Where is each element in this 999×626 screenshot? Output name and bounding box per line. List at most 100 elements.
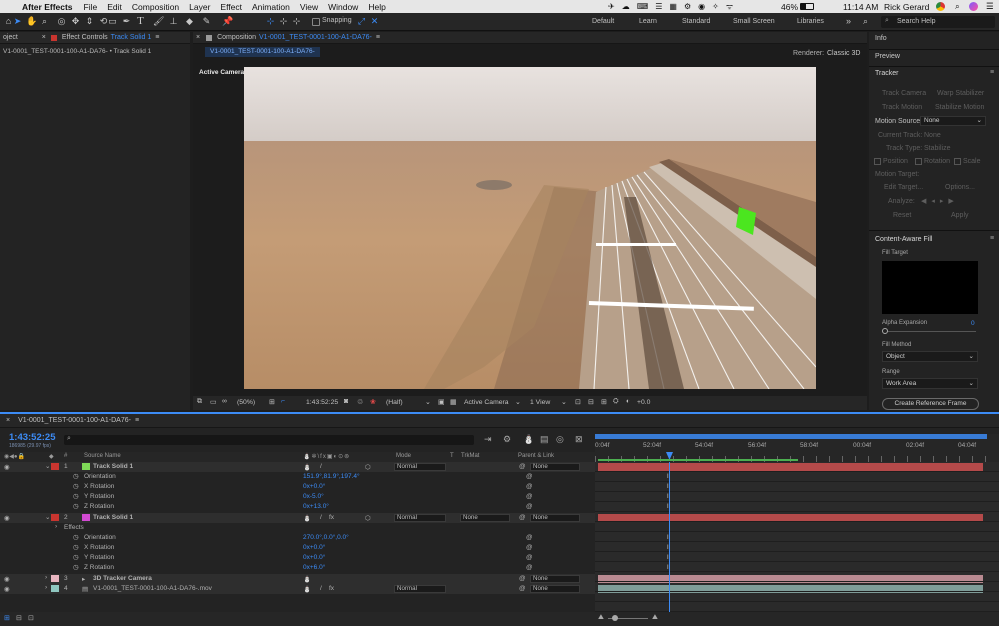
panel-menu-icon[interactable]: ≡ xyxy=(990,235,994,242)
workspace-overflow-icon[interactable]: » xyxy=(846,16,851,26)
close-icon[interactable]: × xyxy=(6,417,10,424)
panel-menu-icon[interactable]: ≡ xyxy=(135,417,139,424)
mask-icon[interactable]: ⌐ xyxy=(281,398,285,405)
layer-name[interactable]: Track Solid 1 xyxy=(93,463,133,470)
shy-icon[interactable]: ⛄ xyxy=(523,434,534,445)
quality-switch-icon[interactable]: / xyxy=(320,585,322,592)
playhead-line[interactable] xyxy=(669,462,670,612)
panel-menu-icon[interactable]: ≡ xyxy=(155,34,159,41)
3d-layer-icon[interactable]: ⬡ xyxy=(365,463,371,471)
menu-composition[interactable]: Composition xyxy=(132,2,179,12)
stabilize-motion-button[interactable]: Stabilize Motion xyxy=(935,104,984,111)
options-button[interactable]: Options... xyxy=(945,184,975,191)
render-time-icon[interactable]: ⊞ xyxy=(4,614,10,622)
scale-checkbox[interactable] xyxy=(954,158,961,165)
layer-name[interactable]: V1-0001_TEST-0001-100-A1-DA76-.mov xyxy=(93,585,212,592)
snapping-checkbox[interactable] xyxy=(312,18,320,26)
keyframe-marker[interactable]: I xyxy=(667,545,669,551)
apply-button[interactable]: Apply xyxy=(951,212,969,219)
motion-blur-icon[interactable]: ◎ xyxy=(556,434,564,445)
expand-chevron-icon[interactable]: › xyxy=(45,584,47,591)
workspace-search-icon[interactable]: ⌕ xyxy=(863,16,868,27)
frame-blending-icon[interactable]: ▤ xyxy=(540,434,549,445)
user-name[interactable]: Rick Gerard xyxy=(884,2,929,12)
toggle-switches-icon[interactable]: ⊟ xyxy=(16,614,22,622)
puppet-tool-icon[interactable]: 📌 xyxy=(222,16,233,27)
composition-tab-name[interactable]: V1-0001_TEST-0001-100-A1-DA76- xyxy=(259,34,372,41)
stopwatch-icon[interactable]: ◷ xyxy=(73,533,79,541)
exposure-value[interactable]: +0.0 xyxy=(637,399,650,406)
preview-panel-header[interactable]: Preview xyxy=(875,53,900,60)
menu-help[interactable]: Help xyxy=(368,2,385,12)
world-axis-icon[interactable]: ⊹ xyxy=(278,16,289,27)
keyframe-marker[interactable]: I xyxy=(667,565,669,571)
property-value[interactable]: 0x-5.0° xyxy=(303,493,324,500)
stopwatch-icon[interactable]: ◷ xyxy=(73,563,79,571)
composition-navigator-button[interactable]: V1-0001_TEST-0001-100-A1-DA76- xyxy=(205,47,320,57)
mode-dropdown[interactable]: Normal xyxy=(394,585,446,593)
trkmat-dropdown[interactable]: None xyxy=(460,514,510,522)
quality-switch-icon[interactable]: / xyxy=(320,514,322,521)
channel-icon[interactable]: ❀ xyxy=(370,398,376,406)
comp-timecode[interactable]: 1:43:52:25 xyxy=(306,399,338,406)
menu-effect[interactable]: Effect xyxy=(220,2,242,12)
track-area[interactable]: I I I I I I I I xyxy=(595,459,999,612)
pickwhip-icon[interactable]: @ xyxy=(526,483,533,490)
fx-switch-icon[interactable]: fx xyxy=(329,585,334,592)
pan-tool-icon[interactable]: ✥ xyxy=(70,16,81,27)
exposure-icon[interactable]: ◐ xyxy=(626,398,630,405)
composition-viewer[interactable] xyxy=(244,67,816,389)
stopwatch-icon[interactable]: ◷ xyxy=(73,472,79,480)
property-value[interactable]: 0x+0.0° xyxy=(303,554,325,561)
analyze-controls-icon[interactable]: ◀◂▸▶ xyxy=(921,197,959,205)
menu-file[interactable]: File xyxy=(84,2,98,12)
property-row-z-rotation[interactable]: ◷ Z Rotation 0x+6.0° @ xyxy=(0,563,595,573)
stopwatch-icon[interactable]: ◷ xyxy=(73,492,79,500)
parent-pickwhip-icon[interactable]: @ xyxy=(519,575,526,582)
project-tab[interactable]: oject xyxy=(3,34,18,41)
stopwatch-icon[interactable]: ◷ xyxy=(73,482,79,490)
timeline-icon[interactable]: ⊞ xyxy=(601,398,607,406)
visibility-eye-icon[interactable]: ◉ xyxy=(4,585,10,593)
time-ruler[interactable]: 0:04f 52:04f 54:04f 56:04f 58:04f 00:04f… xyxy=(595,434,999,462)
pickwhip-icon[interactable]: @ xyxy=(526,564,533,571)
search-help-field[interactable]: ⌕ Search Help xyxy=(881,16,995,28)
dolly-tool-icon[interactable]: ⇕ xyxy=(84,16,95,27)
rectangle-tool-icon[interactable]: ▭ xyxy=(107,16,118,27)
zoom-out-icon[interactable]: ⛰ xyxy=(598,614,604,622)
layer-row-1[interactable]: ◉ ⌄ 1 Track Solid 1 ⛄ / ⬡ Normal @ None xyxy=(0,462,595,472)
label-color-swatch[interactable] xyxy=(51,575,59,582)
current-track-value[interactable]: None xyxy=(924,132,941,139)
property-row-y-rotation[interactable]: ◷ Y Rotation 0x-5.0° @ xyxy=(0,492,595,502)
work-area-bar[interactable] xyxy=(595,434,987,439)
visibility-eye-icon[interactable]: ◉ xyxy=(4,575,10,583)
clone-stamp-tool-icon[interactable]: ⊥ xyxy=(168,16,179,27)
edit-target-button[interactable]: Edit Target... xyxy=(884,184,923,191)
snap-options-icon[interactable]: ⤢ xyxy=(356,16,367,27)
stopwatch-icon[interactable]: ◷ xyxy=(73,553,79,561)
renderer-value[interactable]: Classic 3D xyxy=(827,50,860,57)
motion-source-dropdown[interactable]: None ⌄ xyxy=(920,116,986,126)
layer-row-2[interactable]: ◉ ⌄ 2 Track Solid 1 ⛄ / fx ⬡ Normal None… xyxy=(0,513,595,523)
view-axis-icon[interactable]: ⊹ xyxy=(291,16,302,27)
shy-switch-icon[interactable]: ⛄ xyxy=(303,575,311,583)
layer-name[interactable]: Track Solid 1 xyxy=(93,514,133,521)
fill-method-dropdown[interactable]: Object ⌄ xyxy=(882,351,978,362)
range-dropdown[interactable]: Work Area ⌄ xyxy=(882,378,978,389)
close-icon[interactable]: × xyxy=(196,34,200,41)
orbit-tool-icon[interactable]: ◎ xyxy=(56,16,67,27)
expand-chevron-icon[interactable]: ⌄ xyxy=(45,513,50,521)
expand-chevron-icon[interactable]: › xyxy=(55,523,57,530)
visibility-eye-icon[interactable]: ◉ xyxy=(4,514,10,522)
position-checkbox[interactable] xyxy=(874,158,881,165)
create-reference-frame-button[interactable]: Create Reference Frame xyxy=(882,398,979,410)
parent-dropdown[interactable]: None xyxy=(530,463,580,471)
show-snapshot-icon[interactable]: ♲ xyxy=(357,398,363,406)
mode-dropdown[interactable]: Normal xyxy=(394,514,446,522)
track-type-value[interactable]: Stabilize xyxy=(924,145,950,152)
keyframe-marker[interactable]: I xyxy=(667,504,669,510)
property-row-x-rotation[interactable]: ◷ X Rotation 0x+0.0° @ xyxy=(0,482,595,492)
brush-tool-icon[interactable]: 🖌 xyxy=(153,16,164,27)
workspace-standard[interactable]: Standard xyxy=(682,18,710,25)
property-value[interactable]: 0x+0.0° xyxy=(303,544,325,551)
